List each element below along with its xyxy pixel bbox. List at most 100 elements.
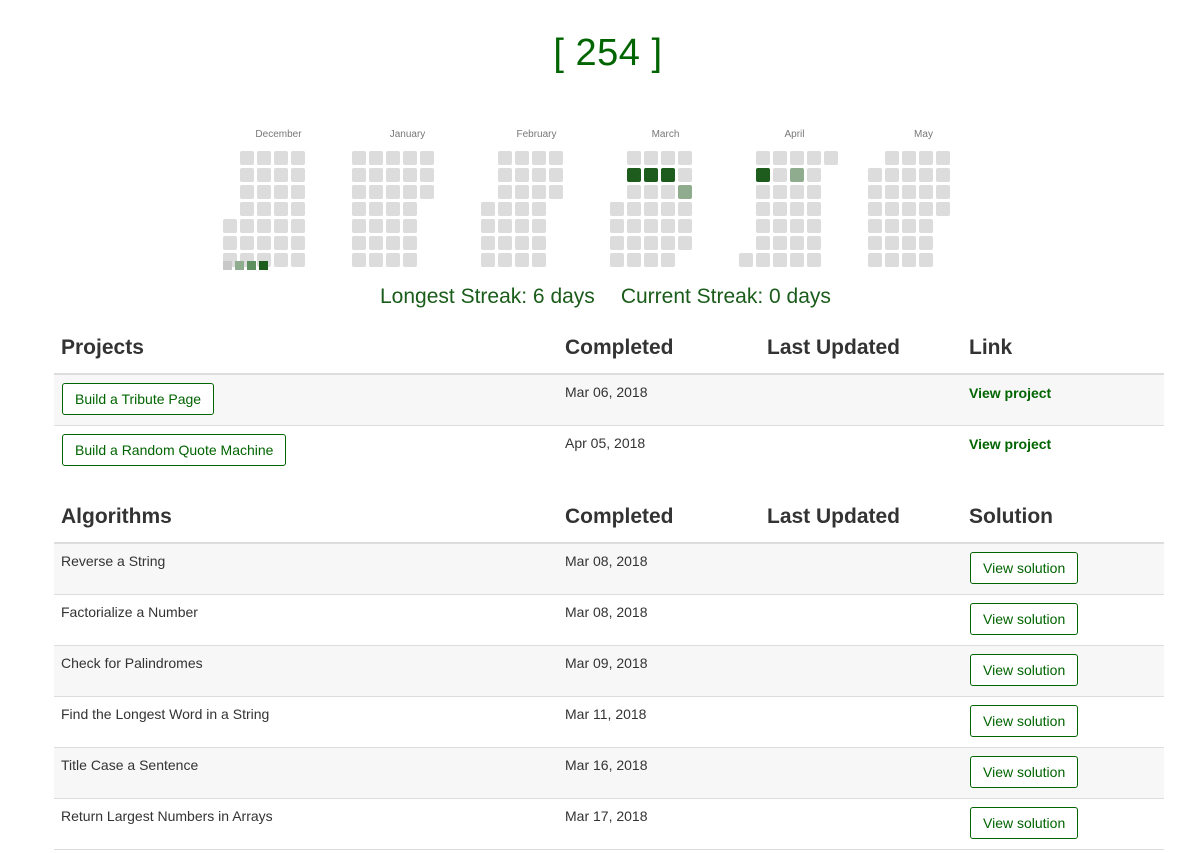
heatmap-legend-swatch [259, 261, 268, 270]
project-button-tribute-page[interactable]: Build a Tribute Page [62, 383, 215, 415]
view-project-link[interactable]: View project [969, 436, 1051, 452]
algorithm-name: Return Largest Numbers in Arrays [61, 808, 273, 824]
heatmap-day-cell [936, 202, 950, 216]
view-solution-button[interactable]: View solution [970, 654, 1079, 686]
completed-date: Mar 06, 2018 [565, 384, 648, 400]
view-project-link[interactable]: View project [969, 385, 1051, 401]
heatmap-day-cell [549, 185, 563, 199]
view-solution-button[interactable]: View solution [970, 756, 1079, 788]
heatmap-day-cell [610, 202, 624, 216]
heatmap-day-cell [807, 202, 821, 216]
heatmap-day-cell [919, 185, 933, 199]
header-algorithms: Algorithms [61, 505, 172, 528]
heatmap-day-cell [240, 151, 254, 165]
heatmap-day-cell [773, 151, 787, 165]
month-label-march: March [651, 129, 680, 140]
heatmap-day-cell [274, 185, 288, 199]
heatmap-day-cell [515, 219, 529, 233]
heatmap-day-cell [240, 219, 254, 233]
heatmap-day-cell [223, 219, 237, 233]
view-solution-button[interactable]: View solution [970, 603, 1079, 635]
heatmap-legend-swatch [223, 261, 232, 270]
heatmap-day-cell [532, 236, 546, 250]
heatmap-day-cell [515, 168, 529, 182]
heatmap-day-cell [868, 168, 882, 182]
heatmap-day-cell [868, 185, 882, 199]
heatmap-day-cell [756, 236, 770, 250]
heatmap-day-cell [807, 168, 821, 182]
heatmap-day-cell [352, 168, 366, 182]
heatmap-day-cell [661, 219, 675, 233]
view-solution-button[interactable]: View solution [970, 807, 1079, 839]
heatmap-day-cell [610, 253, 624, 267]
heatmap-day-cell [515, 151, 529, 165]
algorithm-name: Check for Palindromes [61, 655, 203, 671]
heatmap-day-cell [627, 219, 641, 233]
projects-table: Projects Completed Last Updated Link Bui… [54, 334, 1164, 476]
heatmap-day-cell [790, 202, 804, 216]
heatmap-day-cell [498, 236, 512, 250]
heatmap-legend-swatch [235, 261, 244, 270]
heatmap-day-cell [773, 236, 787, 250]
heatmap-day-cell [386, 168, 400, 182]
current-streak: Current Streak: 0 days [620, 285, 831, 308]
month-label-december: December [255, 129, 302, 140]
projects-table-header: Projects Completed Last Updated Link [54, 334, 1164, 375]
heatmap-day-cell [291, 202, 305, 216]
heatmap-day-cell [644, 168, 658, 182]
completed-date: Mar 16, 2018 [565, 757, 648, 773]
heatmap-day-cell [274, 168, 288, 182]
heatmap-day-cell [240, 202, 254, 216]
heatmap-day-cell [919, 236, 933, 250]
heatmap-day-cell [369, 151, 383, 165]
activity-heatmap: December January February March April May [220, 124, 1000, 279]
heatmap-day-cell [274, 151, 288, 165]
heatmap-day-cell [352, 219, 366, 233]
heatmap-day-cell [532, 253, 546, 267]
heatmap-day-cell [515, 202, 529, 216]
heatmap-day-cell [386, 219, 400, 233]
heatmap-day-cell [790, 253, 804, 267]
month-label-february: February [516, 129, 557, 140]
header-last-updated: Last Updated [767, 336, 901, 359]
heatmap-day-cell [627, 185, 641, 199]
heatmap-day-cell [807, 219, 821, 233]
heatmap-day-cell [756, 168, 770, 182]
heatmap-day-cell [868, 236, 882, 250]
heatmap-day-cell [291, 253, 305, 267]
heatmap-day-cell [678, 219, 692, 233]
heatmap-day-cell [902, 185, 916, 199]
heatmap-day-cell [661, 253, 675, 267]
heatmap-day-cell [498, 219, 512, 233]
heatmap-day-cell [790, 219, 804, 233]
heatmap-day-cell [352, 202, 366, 216]
header-solution: Solution [969, 505, 1053, 528]
project-button-random-quote-machine[interactable]: Build a Random Quote Machine [62, 434, 287, 466]
heatmap-day-cell [644, 151, 658, 165]
view-solution-button[interactable]: View solution [970, 705, 1079, 737]
heatmap-day-cell [498, 168, 512, 182]
heatmap-day-cell [291, 236, 305, 250]
heatmap-day-cell [644, 253, 658, 267]
heatmap-day-cell [661, 151, 675, 165]
heatmap-day-cell [274, 236, 288, 250]
heatmap-day-cell [223, 236, 237, 250]
heatmap-day-cell [291, 168, 305, 182]
heatmap-day-cell [549, 151, 563, 165]
heatmap-day-cell [885, 151, 899, 165]
heatmap-day-cell [807, 253, 821, 267]
heatmap-day-cell [369, 219, 383, 233]
heatmap-day-cell [352, 236, 366, 250]
table-row: Check for Palindromes Mar 09, 2018 View … [54, 646, 1164, 697]
heatmap-day-cell [386, 202, 400, 216]
heatmap-day-cell [773, 202, 787, 216]
heatmap-day-cell [498, 202, 512, 216]
heatmap-day-cell [936, 168, 950, 182]
header-last-updated: Last Updated [767, 505, 901, 528]
month-label-april: April [784, 129, 805, 140]
heatmap-day-cell [773, 253, 787, 267]
heatmap-day-cell [756, 219, 770, 233]
view-solution-button[interactable]: View solution [970, 552, 1079, 584]
heatmap-day-cell [403, 185, 417, 199]
heatmap-day-cell [661, 185, 675, 199]
